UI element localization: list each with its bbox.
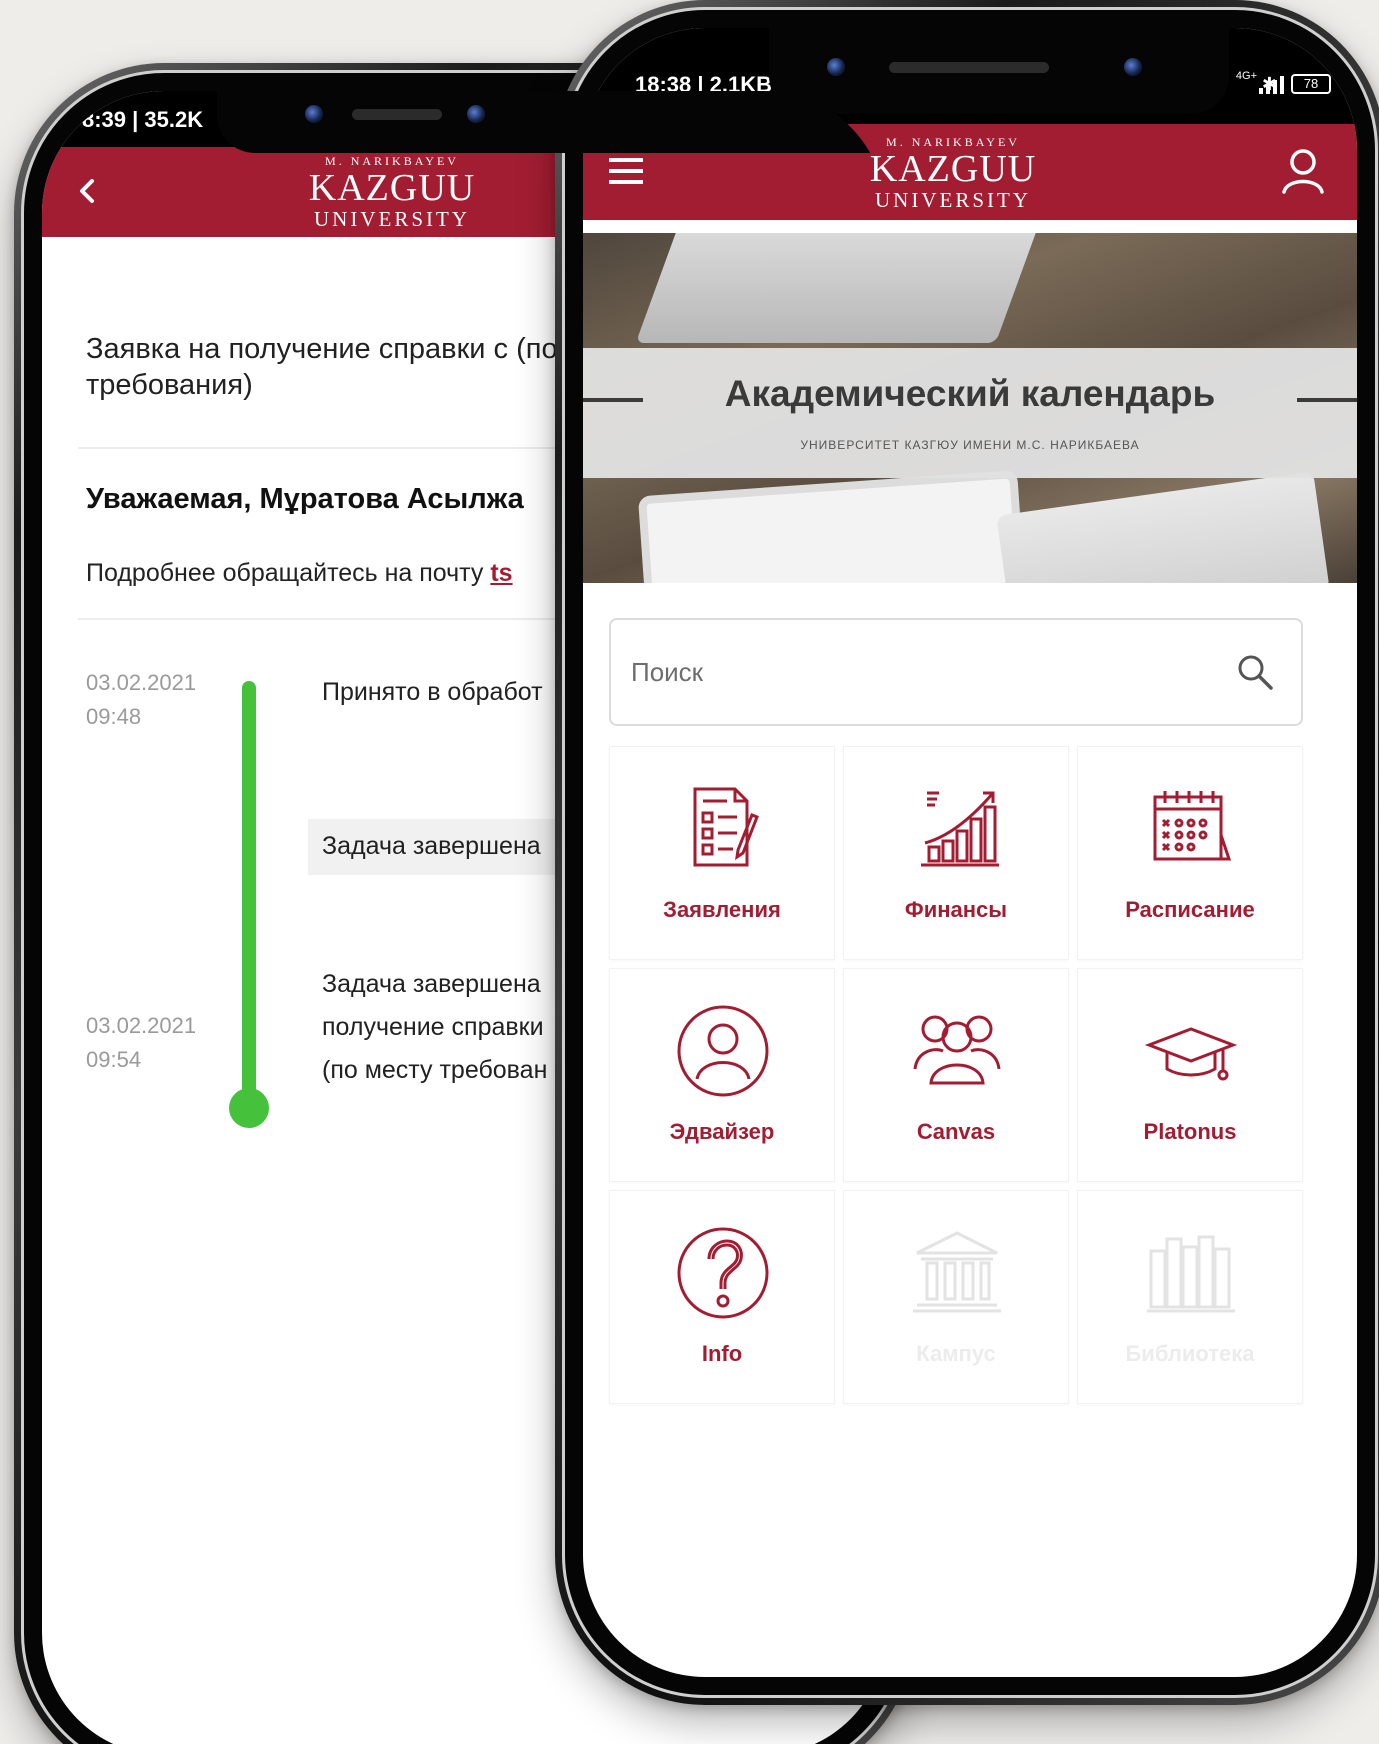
calendar-icon [1153, 791, 1232, 861]
tile-label: Библиотека [1125, 1341, 1255, 1366]
signal-icon [1259, 74, 1289, 100]
front-phone-mockup: 18:38 | 2.1KB ✱ 4G+ 78 M. NARIKBAYEV KAZ… [555, 0, 1379, 1705]
tile-canvas[interactable]: Canvas [843, 968, 1069, 1182]
growth-chart-icon [921, 791, 999, 867]
timeline-date: 03.02.2021 09:48 [86, 666, 196, 734]
tile-advisor[interactable]: Эдвайзер [609, 968, 835, 1182]
email-link[interactable]: ts [490, 559, 512, 587]
timeline-time-value: 09:54 [86, 1047, 142, 1072]
sensor-icon [467, 105, 485, 123]
tile-label: Финансы [904, 897, 1008, 922]
tile-finance[interactable]: Финансы [843, 746, 1069, 960]
tile-schedule[interactable]: Расписание [1077, 746, 1303, 960]
profile-icon[interactable] [1279, 146, 1327, 196]
timeline-step-text: Задача завершена [322, 832, 541, 860]
tile-campus: Кампус [843, 1190, 1069, 1404]
timeline-date: 03.02.2021 09:54 [86, 1009, 196, 1077]
logo-bottom-text: UNIVERSITY [314, 207, 470, 231]
more-info-label: Подробнее обращайтесь на почту [86, 559, 491, 587]
status-time: 8:39 | 35.2K [82, 107, 204, 132]
network-type: 4G+ [1235, 70, 1257, 82]
timeline-end-dot [229, 1088, 269, 1128]
timeline-step-text: Задача завершена получение справки (по м… [322, 963, 547, 1092]
front-camera-icon [827, 58, 845, 76]
logo-top-text: M. NARIKBAYEV [886, 135, 1020, 149]
logo-bottom-text: UNIVERSITY [875, 188, 1031, 212]
books-icon [1147, 1235, 1235, 1313]
timeline-date-value: 03.02.2021 [86, 670, 197, 695]
search-icon[interactable] [1235, 652, 1275, 692]
tile-label: Platonus [1143, 1119, 1237, 1144]
tile-label: Заявления [663, 897, 781, 922]
timeline-text-line: Задача завершена [322, 970, 541, 998]
notch [769, 28, 1229, 114]
timeline-line [242, 681, 256, 1106]
tile-label: Эдвайзер [669, 1119, 775, 1144]
question-icon [677, 1227, 769, 1319]
person-icon [677, 1005, 769, 1097]
timeline-date-value: 03.02.2021 [86, 1013, 197, 1038]
logo-main-text: KAZGUU [308, 167, 476, 209]
front-camera-icon [305, 105, 323, 123]
tile-label: Canvas [916, 1119, 996, 1144]
timeline-step-text: Принято в обработ [322, 678, 543, 706]
tile-label: Расписание [1125, 897, 1255, 922]
banner-title: Академический календарь [724, 373, 1216, 414]
university-logo: M. NARIKBAYEV KAZGUU UNIVERSITY [868, 136, 1038, 211]
university-logo: M. NARIKBAYEV KAZGUU UNIVERSITY [307, 155, 477, 230]
sensor-icon [1124, 58, 1142, 76]
speaker-grille [352, 109, 442, 120]
tile-label: Кампус [916, 1341, 996, 1366]
group-icon [913, 1015, 1001, 1085]
logo-top-text: M. NARIKBAYEV [325, 154, 459, 168]
timeline-text-line: (по месту требован [322, 1056, 548, 1084]
building-icon [913, 1231, 1001, 1313]
menu-icon[interactable] [607, 154, 647, 188]
banner-subtitle: УНИВЕРСИТЕТ КАЗГЮУ ИМЕНИ М.С. НАРИКБАЕВА [800, 438, 1140, 452]
speaker-grille [889, 62, 1049, 73]
front-phone-screen: 18:38 | 2.1KB ✱ 4G+ 78 M. NARIKBAYEV KAZ… [583, 28, 1357, 1677]
back-arrow-icon[interactable] [70, 173, 106, 209]
tile-platonus[interactable]: Platonus [1077, 968, 1303, 1182]
search-input[interactable] [631, 644, 1191, 700]
document-checklist-icon [693, 787, 759, 867]
timeline-text-line: получение справки [322, 1013, 544, 1041]
banner-monitor-image [635, 233, 1051, 343]
timeline-time-value: 09:48 [86, 704, 142, 729]
tile-label: Info [701, 1341, 743, 1366]
battery-icon: 78 [1291, 74, 1331, 94]
search-box [609, 618, 1303, 726]
tile-info[interactable]: Info [609, 1190, 835, 1404]
academic-calendar-banner[interactable]: Академический календарь УНИВЕРСИТЕТ КАЗГ… [583, 233, 1357, 583]
tile-applications[interactable]: Заявления [609, 746, 835, 960]
graduation-cap-icon [1144, 1027, 1238, 1081]
greeting-text: Уважаемая, Мұратова Асылжа [86, 483, 524, 515]
tile-library: Библиотека [1077, 1190, 1303, 1404]
logo-main-text: KAZGUU [869, 148, 1037, 190]
more-info-text: Подробнее обращайтесь на почту ts [86, 559, 513, 588]
